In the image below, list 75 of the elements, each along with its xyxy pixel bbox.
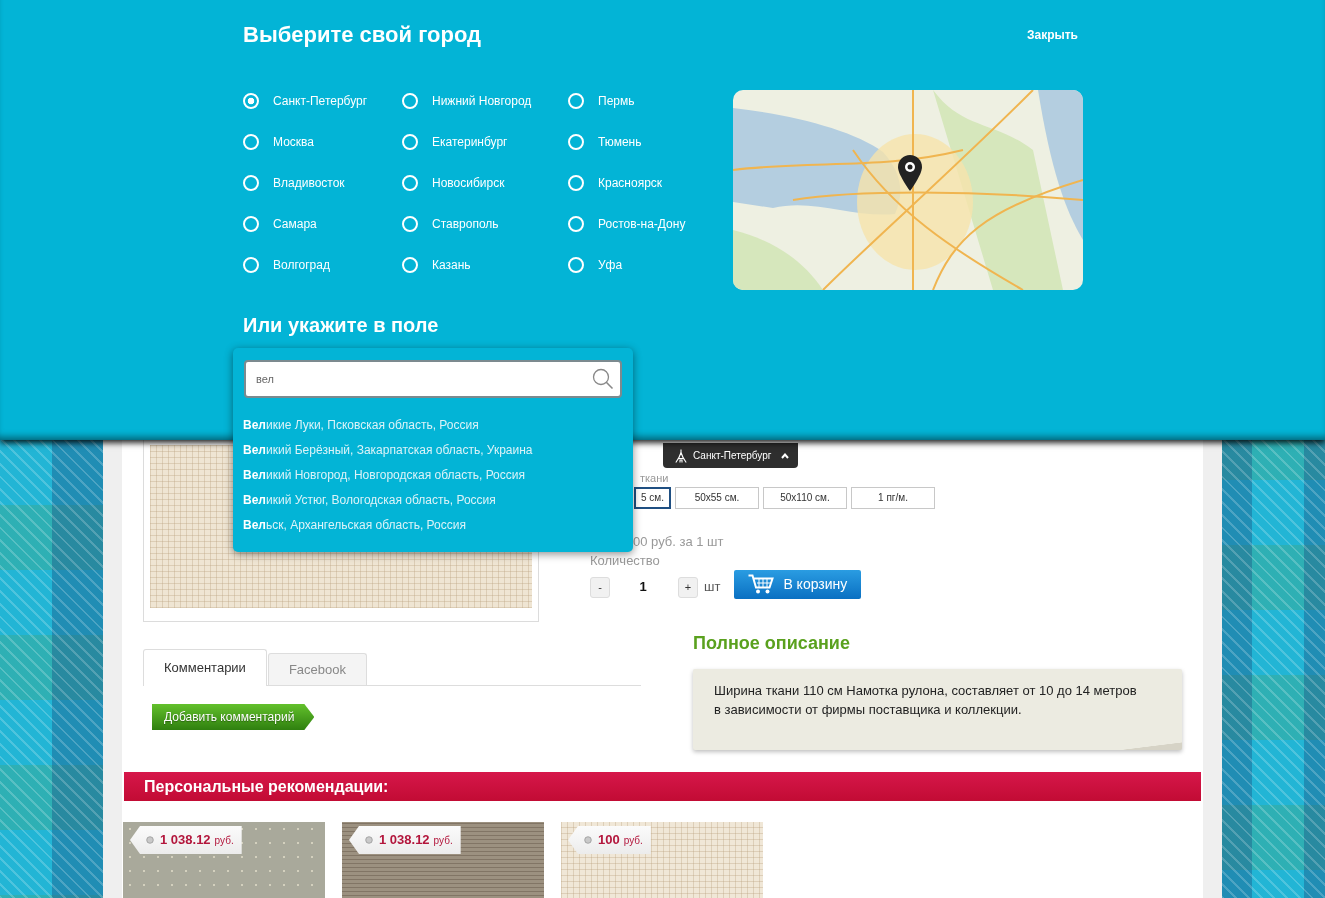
size-option[interactable]: 5 см. xyxy=(634,486,671,509)
radio-button[interactable] xyxy=(243,215,259,232)
city-selector-tab[interactable]: Санкт-Петербург xyxy=(663,443,799,468)
currency-label: руб. xyxy=(623,833,643,848)
city-option-label[interactable]: Нижний Новгород xyxy=(432,93,532,108)
tag-hole-icon xyxy=(146,836,154,844)
radio-button[interactable] xyxy=(568,174,584,191)
search-heading: Или укажите в поле xyxy=(243,313,439,337)
cart-icon xyxy=(748,574,775,594)
dialog-title: Выберите свой город xyxy=(243,22,481,48)
quantity-label: Количество xyxy=(590,552,660,568)
radio-button[interactable] xyxy=(243,133,259,150)
tab[interactable]: Комментарии xyxy=(143,649,267,686)
suggestion-item[interactable]: Великий Берёзный, Закарпатская область, Украина xyxy=(243,438,622,463)
size-option[interactable]: 50x55 см. xyxy=(675,486,759,509)
price-text: 00 руб. за 1 шт xyxy=(633,533,724,549)
price-amount: 1 038.12 xyxy=(379,831,430,850)
suggestion-item[interactable]: Великий Устюг, Вологодская область, Россия xyxy=(243,488,622,513)
radio-button[interactable] xyxy=(568,133,584,150)
description-note: Ширина ткани 110 см Намотка рулона, составляет от 10 до 14 метров в зависимости от фирмы поставщика и коллекции. xyxy=(693,669,1182,750)
city-option-label[interactable]: Москва xyxy=(273,134,314,149)
radio-button[interactable] xyxy=(243,92,259,109)
tower-icon xyxy=(675,448,687,463)
tag-hole-icon xyxy=(365,836,373,844)
increase-button[interactable]: + xyxy=(678,576,698,598)
city-option-label[interactable]: Ставрополь xyxy=(432,216,499,231)
map-pin-icon xyxy=(898,155,922,191)
size-option[interactable]: 50x110 см. xyxy=(763,486,847,509)
recommendations-header: Персональные рекомендации: xyxy=(124,772,1201,801)
size-option[interactable]: 1 пг/м. xyxy=(851,486,935,509)
city-option-label[interactable]: Самара xyxy=(273,216,317,231)
radio-button[interactable] xyxy=(568,215,584,232)
radio-button[interactable] xyxy=(402,256,418,273)
product-photo[interactable]: 1 038.12 руб. xyxy=(342,822,544,898)
suggestion-item[interactable]: Великий Новгород, Новгородская область, Россия xyxy=(243,463,622,488)
currency-label: руб. xyxy=(433,833,453,848)
search-icon[interactable] xyxy=(592,368,614,390)
radio-button[interactable] xyxy=(402,174,418,191)
quantity-field[interactable]: 1 xyxy=(612,577,674,597)
add-comment-button[interactable]: Добавить комментарий xyxy=(152,704,315,730)
suggestion-item[interactable]: Вельск, Архангельская область, Россия xyxy=(243,513,622,538)
radio-button[interactable] xyxy=(243,256,259,273)
close-link[interactable]: Закрыть xyxy=(1026,28,1078,42)
radio-button[interactable] xyxy=(243,174,259,191)
city-option-label[interactable]: Санкт-Петербург xyxy=(273,93,368,108)
product-photo[interactable]: 100 руб. xyxy=(561,822,763,898)
city-option-label[interactable]: Тюмень xyxy=(598,134,642,149)
tag-hole-icon xyxy=(584,836,592,844)
city-option-label[interactable]: Красноярск xyxy=(598,175,663,190)
search-field[interactable]: вел xyxy=(244,360,622,398)
city-option-label[interactable]: Екатеринбург xyxy=(432,134,508,149)
city-option-label[interactable]: Уфа xyxy=(598,257,623,272)
city-option-label[interactable]: Ростов-на-Дону xyxy=(598,216,686,231)
description-heading: Полное описание xyxy=(693,632,850,654)
product-photo[interactable]: 1 038.12 руб. xyxy=(123,822,325,898)
tab[interactable]: Facebook xyxy=(267,653,367,685)
price-amount: 100 xyxy=(598,831,620,850)
radio-button[interactable] xyxy=(402,133,418,150)
decrease-button[interactable]: - xyxy=(590,576,610,598)
unit-label: шт xyxy=(704,578,721,597)
radio-button[interactable] xyxy=(568,92,584,109)
add-to-cart-button[interactable]: В корзину xyxy=(734,569,862,599)
city-selector-label: Санкт-Петербург xyxy=(693,449,772,463)
radio-button[interactable] xyxy=(402,215,418,232)
city-option-label[interactable]: Владивосток xyxy=(273,175,345,190)
city-option-label[interactable]: Пермь xyxy=(598,93,635,108)
city-option-label[interactable]: Казань xyxy=(432,257,471,272)
currency-label: руб. xyxy=(214,833,234,848)
radio-button[interactable] xyxy=(568,256,584,273)
price-amount: 1 038.12 xyxy=(160,831,211,850)
radio-button[interactable] xyxy=(402,92,418,109)
suggestion-item[interactable]: Великие Луки, Псковская область, Россия xyxy=(243,413,622,438)
city-option-label[interactable]: Новосибирск xyxy=(432,175,505,190)
city-option-label[interactable]: Волгоград xyxy=(273,257,330,272)
size-label: ткани xyxy=(640,471,669,485)
